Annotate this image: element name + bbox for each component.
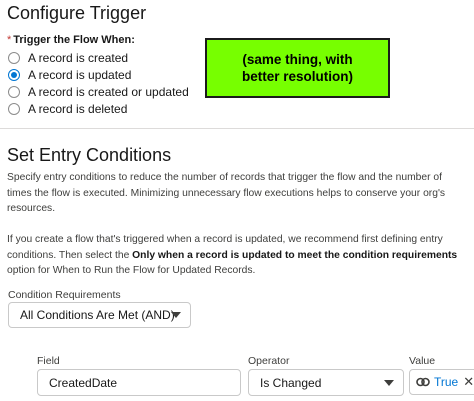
operator-select[interactable]: Is Changed bbox=[248, 369, 404, 396]
trigger-label: * Trigger the Flow When: bbox=[7, 34, 135, 46]
radio-option-deleted[interactable]: A record is deleted bbox=[8, 102, 127, 116]
chevron-down-icon bbox=[384, 379, 394, 386]
radio-button[interactable] bbox=[8, 103, 20, 115]
radio-label: A record is deleted bbox=[28, 102, 128, 116]
radio-label: A record is created or updated bbox=[28, 85, 189, 99]
radio-label: A record is created bbox=[28, 51, 129, 65]
operator-value: Is Changed bbox=[260, 375, 322, 390]
required-asterisk: * bbox=[7, 34, 12, 46]
field-input[interactable]: CreatedDate bbox=[37, 369, 241, 396]
chevron-down-icon bbox=[171, 312, 181, 318]
value-text: True bbox=[434, 375, 459, 389]
link-icon bbox=[416, 377, 430, 387]
radio-button[interactable] bbox=[8, 52, 20, 64]
radio-option-updated[interactable]: A record is updated bbox=[8, 68, 131, 82]
recommendation-text-end: option for When to Run the Flow for Upda… bbox=[7, 265, 256, 276]
configure-trigger-title: Configure Trigger bbox=[7, 3, 147, 23]
annotation-callout: (same thing, with better resolution) bbox=[205, 38, 390, 98]
callout-line-1: (same thing, with bbox=[242, 52, 353, 67]
entry-conditions-description: Specify entry conditions to reduce the n… bbox=[7, 172, 446, 214]
radio-button[interactable] bbox=[8, 86, 20, 98]
trigger-label-text: Trigger the Flow When: bbox=[13, 34, 135, 46]
radio-option-created-or-updated[interactable]: A record is created or updated bbox=[8, 85, 189, 99]
operator-label: Operator bbox=[248, 355, 290, 367]
condition-requirements-label: Condition Requirements bbox=[8, 289, 121, 301]
close-icon[interactable]: ✕ bbox=[463, 374, 474, 390]
entry-conditions-title: Set Entry Conditions bbox=[7, 145, 172, 165]
recommendation-option-name: Only when a record is updated to meet th… bbox=[132, 249, 458, 261]
section-divider bbox=[0, 128, 474, 129]
field-label: Field bbox=[37, 355, 60, 367]
condition-requirements-value: All Conditions Are Met (AND) bbox=[20, 308, 175, 322]
condition-requirements-select[interactable]: All Conditions Are Met (AND) bbox=[8, 302, 191, 328]
callout-line-2: better resolution) bbox=[241, 69, 353, 84]
entry-conditions-recommendation: If you create a flow that's triggered wh… bbox=[7, 232, 467, 279]
field-value: CreatedDate bbox=[49, 375, 118, 390]
radio-button-selected[interactable] bbox=[8, 69, 20, 81]
value-pill[interactable]: True ✕ bbox=[409, 369, 474, 395]
radio-option-created[interactable]: A record is created bbox=[8, 51, 128, 65]
radio-label: A record is updated bbox=[28, 68, 132, 82]
value-label: Value bbox=[409, 355, 436, 367]
